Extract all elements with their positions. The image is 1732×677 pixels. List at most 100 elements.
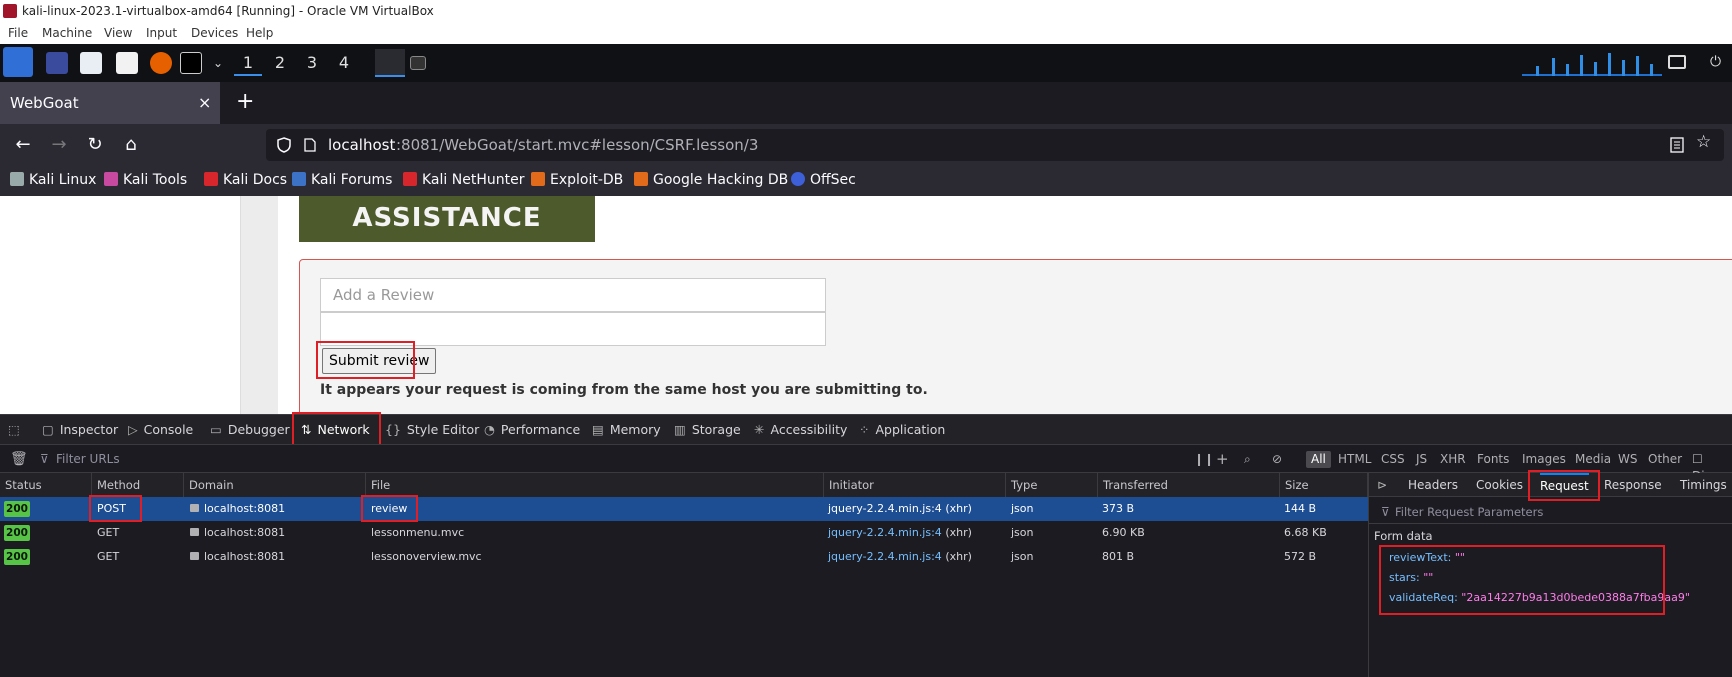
- col-status[interactable]: Status: [0, 473, 92, 497]
- tab-inspector[interactable]: ▢ Inspector: [42, 415, 118, 445]
- taskbar-terminal-window[interactable]: [410, 56, 426, 70]
- bookmark-kali-linux[interactable]: Kali Linux: [10, 166, 96, 194]
- tab-close-icon[interactable]: ×: [198, 82, 211, 124]
- col-domain[interactable]: Domain: [184, 473, 366, 497]
- tab-timings[interactable]: Timings: [1680, 473, 1727, 497]
- home-icon[interactable]: ⌂: [116, 130, 146, 160]
- bookmark-offsec[interactable]: OffSec: [791, 166, 856, 194]
- tab-webgoat[interactable]: WebGoat: [0, 82, 220, 124]
- tab-response[interactable]: Response: [1604, 473, 1662, 497]
- tab-style-editor[interactable]: {} Style Editor: [385, 415, 479, 445]
- file-manager-icon[interactable]: [80, 52, 102, 74]
- tab-accessibility[interactable]: ✳ Accessibility: [754, 415, 847, 445]
- table-row[interactable]: 200 GET localhost:8081 lessonmenu.mvc jq…: [0, 521, 1368, 545]
- kali-nethunter-icon: [403, 172, 417, 186]
- reader-view-icon[interactable]: [1670, 137, 1684, 153]
- text-editor-icon[interactable]: [116, 52, 138, 74]
- workspace-3[interactable]: 3: [298, 50, 326, 76]
- vbox-menu-help[interactable]: Help: [246, 22, 273, 44]
- page-icon: [304, 138, 316, 152]
- tab-console[interactable]: ▷ Console: [128, 415, 193, 445]
- bookmark-star-icon[interactable]: ☆: [1696, 132, 1711, 152]
- method-cell: GET: [97, 550, 120, 563]
- col-type[interactable]: Type: [1006, 473, 1098, 497]
- filter-images[interactable]: Images: [1522, 451, 1566, 468]
- firefox-icon[interactable]: [150, 52, 172, 74]
- pick-element-icon[interactable]: ⬚: [8, 415, 26, 445]
- lock-icon: [190, 528, 199, 536]
- exploit-db-icon: [531, 172, 545, 186]
- col-initiator[interactable]: Initiator: [824, 473, 1006, 497]
- reload-icon[interactable]: ↻: [80, 130, 110, 160]
- domain-cell: localhost:8081: [190, 521, 285, 545]
- bookmark-kali-tools[interactable]: Kali Tools: [104, 166, 187, 194]
- bookmark-kali-docs[interactable]: Kali Docs: [204, 166, 287, 194]
- tab-performance[interactable]: ◔ Performance: [484, 415, 580, 445]
- trash-icon[interactable]: 🗑: [10, 451, 28, 468]
- workspace-1[interactable]: 1: [234, 50, 262, 76]
- request-details-panel: ⊳ Headers Cookies Request Response Timin…: [1368, 470, 1732, 677]
- col-method[interactable]: Method: [92, 473, 184, 497]
- filter-all[interactable]: All: [1306, 451, 1331, 468]
- form-data-label: Form data: [1374, 529, 1433, 543]
- block-icon[interactable]: ⊘: [1272, 451, 1282, 468]
- kali-linux-icon: [10, 172, 24, 186]
- filter-media[interactable]: Media: [1575, 451, 1611, 468]
- filter-fonts[interactable]: Fonts: [1477, 451, 1509, 468]
- monitor-icon[interactable]: [1668, 55, 1686, 69]
- vbox-menu-file[interactable]: File: [8, 22, 28, 44]
- col-transferred[interactable]: Transferred: [1098, 473, 1280, 497]
- bookmark-google-hacking-db[interactable]: Google Hacking DB: [634, 166, 788, 194]
- filter-urls-input[interactable]: Filter URLs: [56, 451, 120, 468]
- kali-menu-icon[interactable]: [3, 47, 33, 77]
- workspace-2[interactable]: 2: [266, 50, 294, 76]
- table-row[interactable]: 200 GET localhost:8081 lessonoverview.mv…: [0, 545, 1368, 569]
- filter-css[interactable]: CSS: [1381, 451, 1405, 468]
- tab-debugger[interactable]: ▭ Debugger: [210, 415, 290, 445]
- highlight-submit-box: [316, 341, 415, 379]
- tab-headers[interactable]: Headers: [1408, 473, 1458, 497]
- tab-cookies[interactable]: Cookies: [1476, 473, 1523, 497]
- desktop-icon[interactable]: [46, 52, 68, 74]
- new-tab-button[interactable]: +: [236, 82, 254, 122]
- toggle-sidebar-icon[interactable]: ⊳: [1377, 473, 1387, 497]
- tab-memory[interactable]: ▤ Memory: [592, 415, 661, 445]
- forward-icon[interactable]: →: [44, 130, 74, 160]
- console-icon: ▷: [128, 422, 138, 437]
- highlight-network-tab: [292, 412, 381, 446]
- filter-ws[interactable]: WS: [1618, 451, 1637, 468]
- shield-icon[interactable]: [276, 137, 292, 153]
- back-icon[interactable]: ←: [8, 130, 38, 160]
- terminal-icon[interactable]: [180, 52, 202, 74]
- type-cell: json: [1011, 526, 1034, 539]
- tab-application[interactable]: ⁘ Application: [859, 415, 945, 445]
- table-row[interactable]: 200 POST localhost:8081 review jquery-2.…: [0, 497, 1368, 521]
- tab-storage[interactable]: ▥ Storage: [674, 415, 741, 445]
- taskbar-firefox-window[interactable]: [375, 49, 405, 77]
- col-size[interactable]: Size: [1280, 473, 1368, 497]
- kali-panel: ⌄ 1 2 3 4 ⏻: [0, 44, 1732, 82]
- bookmark-kali-forums[interactable]: Kali Forums: [292, 166, 392, 194]
- filter-html[interactable]: HTML: [1338, 451, 1371, 468]
- search-icon[interactable]: ⌕: [1244, 451, 1251, 468]
- vbox-menu-view[interactable]: View: [104, 22, 132, 44]
- size-cell: 144 B: [1284, 502, 1317, 515]
- vbox-menu-input[interactable]: Input: [146, 22, 177, 44]
- filter-request-params-input[interactable]: Filter Request Parameters: [1395, 505, 1543, 519]
- filter-js[interactable]: JS: [1416, 451, 1427, 468]
- filter-xhr[interactable]: XHR: [1440, 451, 1466, 468]
- bookmark-kali-nethunter[interactable]: Kali NetHunter: [403, 166, 524, 194]
- url-bar[interactable]: localhost :8081/WebGoat/start.mvc#lesson…: [266, 129, 1724, 161]
- vbox-menu-devices[interactable]: Devices: [191, 22, 238, 44]
- add-request-icon[interactable]: +: [1216, 451, 1229, 468]
- filter-other[interactable]: Other: [1648, 451, 1682, 468]
- workspace-4[interactable]: 4: [330, 50, 358, 76]
- pause-icon[interactable]: ❙❙: [1194, 451, 1214, 468]
- power-icon[interactable]: ⏻: [1710, 53, 1726, 71]
- transferred-cell: 373 B: [1102, 502, 1135, 515]
- col-file[interactable]: File: [366, 473, 824, 497]
- vbox-menu-machine[interactable]: Machine: [42, 22, 92, 44]
- review-text-input[interactable]: Add a Review: [320, 278, 826, 312]
- bookmark-exploit-db[interactable]: Exploit-DB: [531, 166, 623, 194]
- chevron-down-icon[interactable]: ⌄: [207, 52, 229, 74]
